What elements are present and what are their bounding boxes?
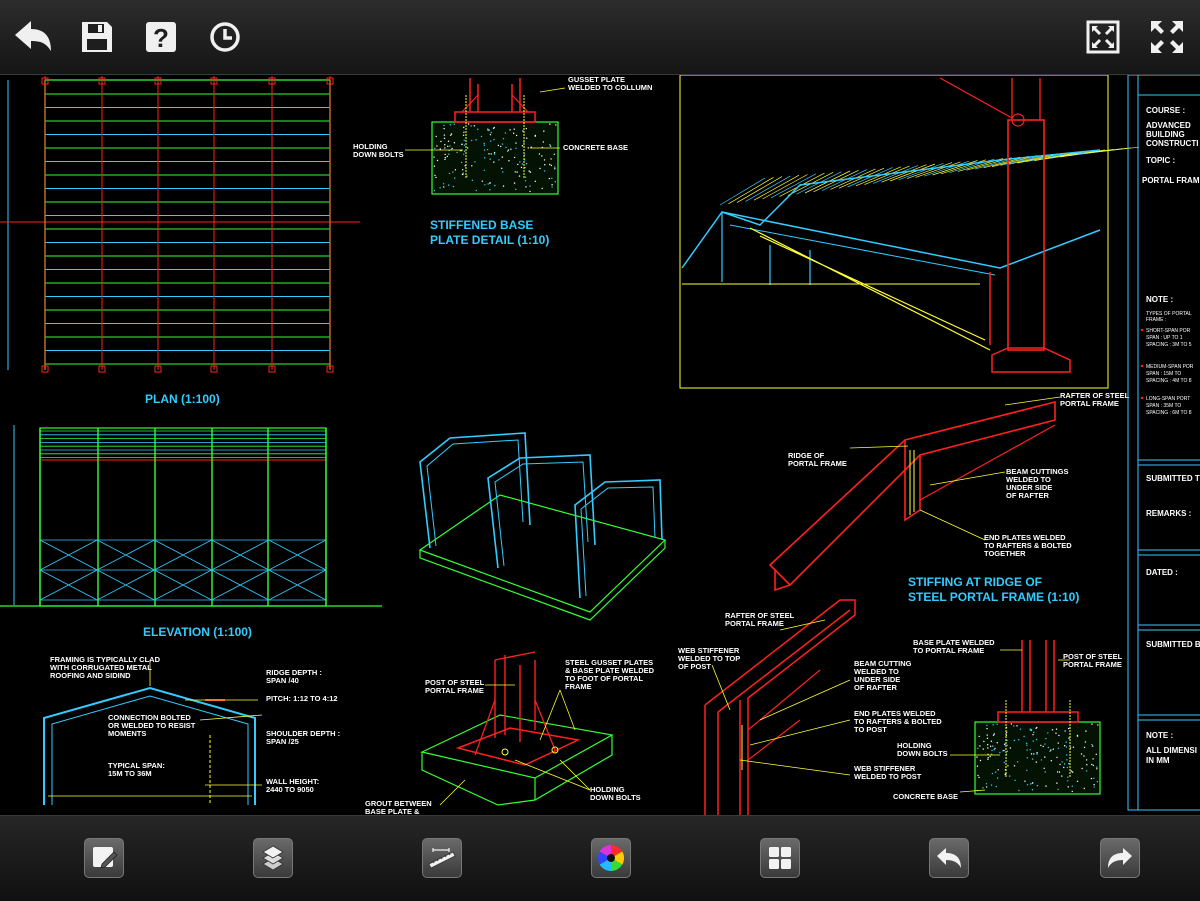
color-wheel-icon: [597, 844, 625, 872]
tb-note2-label: NOTE :: [1146, 731, 1173, 740]
label-beam-cut2-4: OF RAFTER: [854, 683, 897, 692]
markup-button[interactable]: [84, 838, 124, 878]
label-pitch: PITCH: 1:12 TO 4:12: [266, 694, 338, 703]
save-button[interactable]: [74, 14, 120, 60]
undo-arrow-icon: [937, 848, 961, 868]
svg-text:?: ?: [153, 23, 169, 53]
label-concrete-base2: CONCRETE BASE: [893, 792, 958, 801]
zoom-extents-icon: [1086, 20, 1120, 54]
label-end-plates-3: TOGETHER: [984, 549, 1026, 558]
ridge-stiffening: RAFTER OF STEEL PORTAL FRAME RIDGE OF PO…: [768, 391, 1130, 604]
tb-course-3: CONSTRUCTI: [1146, 139, 1198, 148]
tb-note-types-2: FRAME :: [1146, 317, 1166, 323]
elevation-view: ELEVATION (1:100): [0, 425, 382, 639]
label-end-plates2-3: TO POST: [854, 725, 887, 734]
label-ridge-of-2: PORTAL FRAME: [788, 459, 847, 468]
history-button[interactable]: [202, 14, 248, 60]
label-framing-3: ROOFING AND SIDIND: [50, 671, 131, 680]
label-beam-cut-4: OF RAFTER: [1006, 491, 1049, 500]
tb-long-3: SPACING : 6M TO 8: [1146, 410, 1192, 416]
fullscreen-icon: [1151, 21, 1183, 53]
roof-3d-view: [679, 75, 1140, 389]
tb-submitted-to: SUBMITTED TO: [1146, 474, 1200, 483]
zoom-extents-button[interactable]: [1080, 14, 1126, 60]
base-detail-title-1: STIFFENED BASE: [430, 218, 533, 232]
layout-button[interactable]: [760, 838, 800, 878]
redo-arrow-icon: [1108, 848, 1132, 868]
tb-short-2: SPAN : UP TO 1: [1146, 335, 1183, 341]
rafter-post-connection: RAFTER OF STEEL PORTAL FRAME WEB STIFFEN…: [678, 599, 942, 815]
tb-long-2: SPAN : 35M TO: [1146, 403, 1181, 409]
redo-button[interactable]: [1100, 838, 1140, 878]
undo-button[interactable]: [929, 838, 969, 878]
question-mark-icon: ?: [146, 22, 176, 53]
tb-dated: DATED :: [1146, 568, 1178, 577]
tb-topic: PORTAL FRAM: [1142, 176, 1200, 185]
plan-view: PLAN (1:100): [0, 76, 360, 406]
edit-pencil-icon: [93, 847, 118, 869]
label-ridge-depth-2: SPAN /40: [266, 676, 299, 685]
label-concrete-base: CONCRETE BASE: [563, 143, 628, 152]
label-holding2-b: DOWN BOLTS: [590, 793, 641, 802]
back-arrow-icon: [15, 21, 51, 51]
label-grout-2: BASE PLATE &: [365, 807, 420, 815]
tb-short-1: SHORT-SPAN POR: [1146, 328, 1191, 334]
title-block: COURSE : ADVANCED BUILDING CONSTRUCTI TO…: [1127, 75, 1200, 811]
color-button[interactable]: [591, 838, 631, 878]
portal-section: FRAMING IS TYPICALLY CLAD WITH CORRUGATE…: [43, 655, 340, 805]
tb-note2-2: IN MM: [1146, 756, 1170, 765]
drawing-canvas[interactable]: PLAN (1:100) ELEVATION (1:100) FRAMING I…: [0, 75, 1200, 815]
label-typical-2: 15M TO 36M: [108, 769, 152, 778]
base-plate-detail: GUSSET PLATE WELDED TO COLLUMN HOLDING D…: [353, 75, 652, 247]
back-button[interactable]: [10, 14, 56, 60]
ruler-icon: [428, 848, 456, 869]
label-rafter2-2: PORTAL FRAME: [725, 619, 784, 628]
label-holding-2: DOWN BOLTS: [353, 150, 404, 159]
tb-submitted-by: SUBMITTED B: [1146, 640, 1200, 649]
tb-topic-label: TOPIC :: [1146, 156, 1175, 165]
fullscreen-button[interactable]: [1144, 14, 1190, 60]
tb-medium-1: MEDIUM-SPAN POR: [1146, 364, 1194, 370]
help-button[interactable]: ?: [138, 14, 184, 60]
layers-button[interactable]: [253, 838, 293, 878]
label-steel-gusset-4: FRAME: [565, 682, 592, 691]
top-toolbar: ?: [0, 0, 1200, 75]
cad-drawing: PLAN (1:100) ELEVATION (1:100) FRAMING I…: [0, 75, 1200, 815]
plan-title: PLAN (1:100): [145, 392, 220, 406]
label-base-plate-2: TO PORTAL FRAME: [913, 646, 984, 655]
base-plate-3d: POST OF STEEL PORTAL FRAME STEEL GUSSET …: [365, 651, 655, 815]
label-wall-2: 2440 TO 9050: [266, 785, 314, 794]
tb-note2-1: ALL DIMENSI: [1146, 746, 1197, 755]
tb-course-1: ADVANCED: [1146, 121, 1191, 130]
label-post2-2: PORTAL FRAME: [1063, 660, 1122, 669]
tb-course-2: BUILDING: [1146, 130, 1185, 139]
clock-icon: [210, 22, 240, 52]
tb-course-label: COURSE :: [1146, 106, 1185, 115]
tb-medium-3: SPACING : 4M TO 8: [1146, 378, 1192, 384]
label-post-2: PORTAL FRAME: [425, 686, 484, 695]
tb-medium-2: SPAN : 15M TO: [1146, 371, 1181, 377]
tb-remarks: REMARKS :: [1146, 509, 1191, 518]
label-holding3-2: DOWN BOLTS: [897, 749, 948, 758]
ridge-title-2: STEEL PORTAL FRAME (1:10): [908, 590, 1079, 604]
label-connection-3: MOMENTS: [108, 729, 146, 738]
label-web-stiff2-2: WELDED TO POST: [854, 772, 922, 781]
layout-grid-icon: [769, 847, 791, 869]
floppy-disk-icon: [82, 22, 112, 52]
base-detail-title-2: PLATE DETAIL (1:10): [430, 233, 549, 247]
tb-long-1: LONG-SPAN PORT: [1146, 396, 1190, 402]
ridge-title-1: STIFFING AT RIDGE OF: [908, 575, 1042, 589]
label-rafter-2: PORTAL FRAME: [1060, 399, 1119, 408]
layers-icon: [262, 845, 284, 871]
elevation-title: ELEVATION (1:100): [143, 625, 252, 639]
portal-frames-3d: [418, 432, 667, 621]
label-web-stiff-3: OF POST: [678, 662, 711, 671]
tb-note-label: NOTE :: [1146, 295, 1173, 304]
tb-short-3: SPACING : 3M TO 5: [1146, 342, 1192, 348]
label-gusset-2: WELDED TO COLLUMN: [568, 83, 652, 92]
measure-button[interactable]: [422, 838, 462, 878]
label-shoulder-2: SPAN /25: [266, 737, 299, 746]
